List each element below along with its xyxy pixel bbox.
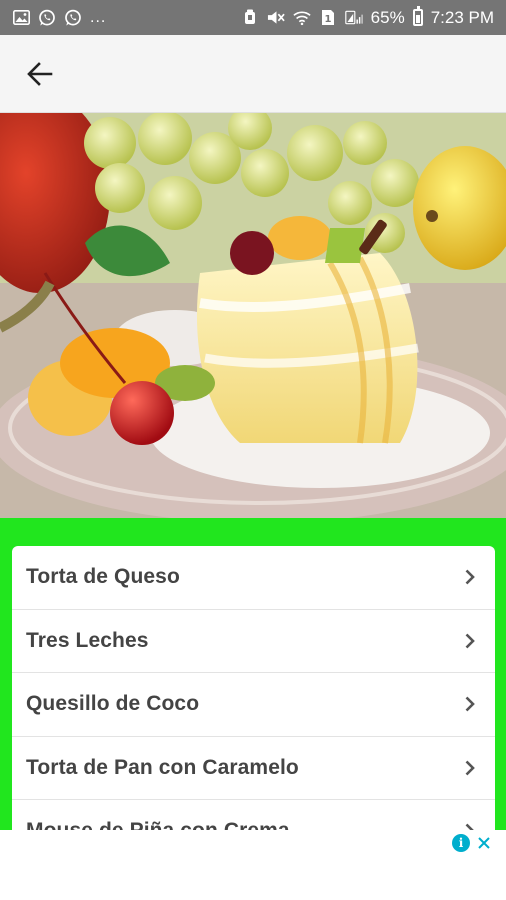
fruit-cake-photo: [0, 113, 506, 518]
status-bar-system: 1 65% 7:23 PM: [241, 6, 494, 28]
list-item-label: Mouse de Piña con Crema: [26, 819, 290, 830]
recipe-list: Torta de Queso Tres Leches Quesillo de C…: [12, 546, 495, 830]
mute-icon: [267, 9, 285, 27]
list-item[interactable]: Torta de Pan con Caramelo: [12, 737, 495, 800]
ad-info-icon[interactable]: i: [452, 834, 470, 852]
list-item-label: Torta de Pan con Caramelo: [26, 755, 299, 779]
whatsapp-icon: [38, 9, 56, 27]
signal-icon: [344, 9, 363, 27]
sim-card-icon: 1: [319, 9, 337, 27]
list-item[interactable]: Quesillo de Coco: [12, 673, 495, 737]
battery-percent: 65%: [370, 7, 405, 27]
gallery-icon: [12, 9, 30, 27]
list-item[interactable]: Tres Leches: [12, 610, 495, 673]
app-bar: [0, 35, 506, 113]
ad-banner[interactable]: i: [0, 830, 506, 900]
chevron-right-icon: [463, 760, 477, 776]
ad-controls: i: [452, 834, 492, 852]
list-item[interactable]: Mouse de Piña con Crema: [12, 800, 495, 830]
list-item-label: Quesillo de Coco: [26, 692, 200, 716]
arrow-back-icon: [27, 61, 53, 86]
status-bar: ... 1 65% 7:23 PM: [0, 0, 506, 35]
list-item-label: Tres Leches: [26, 628, 149, 652]
battery-icon: [412, 6, 423, 26]
list-item-label: Torta de Queso: [26, 565, 180, 589]
chevron-right-icon: [463, 569, 477, 585]
list-item[interactable]: Torta de Queso: [12, 546, 495, 610]
back-button[interactable]: [10, 44, 70, 104]
chevron-right-icon: [463, 696, 477, 712]
wifi-icon: [293, 9, 311, 27]
clock: 7:23 PM: [430, 7, 494, 27]
notification-overflow: ...: [90, 8, 107, 26]
svg-text:1: 1: [324, 14, 331, 25]
status-bar-notifications: ...: [12, 9, 106, 27]
chevron-right-icon: [463, 633, 477, 649]
hero-image: [0, 113, 506, 518]
alarm-icon: [241, 9, 259, 27]
close-icon[interactable]: [476, 835, 492, 851]
whatsapp-icon: [64, 9, 82, 27]
